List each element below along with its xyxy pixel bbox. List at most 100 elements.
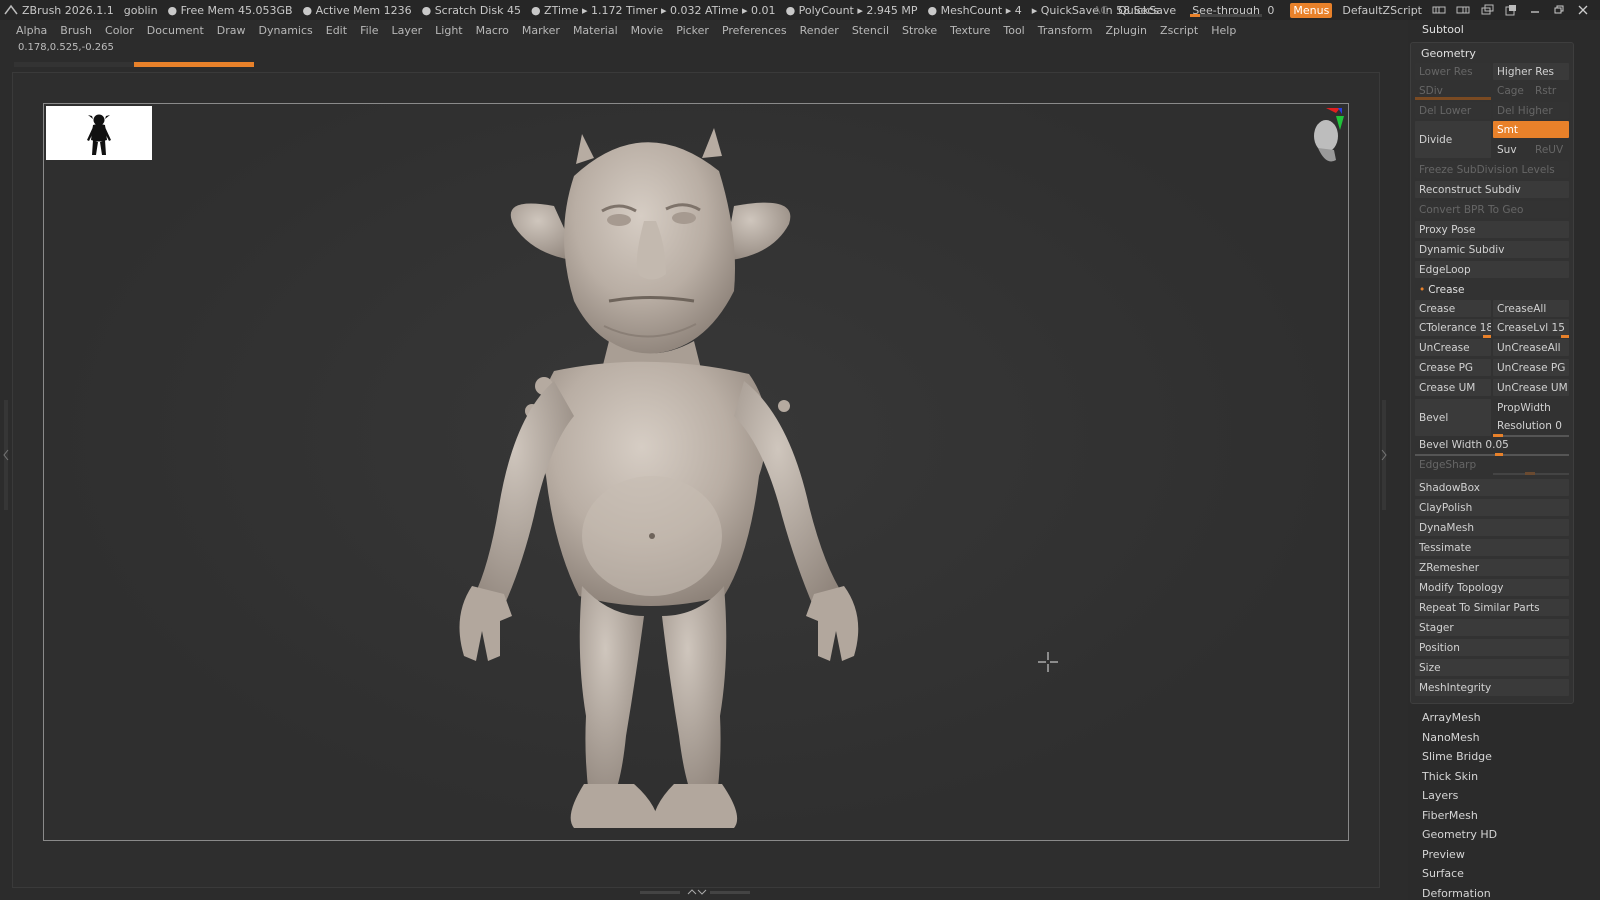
uncrease-um-button[interactable]: UnCrease UM (1493, 379, 1569, 396)
menu-preferences[interactable]: Preferences (722, 24, 787, 37)
layout-left-icon[interactable] (1432, 4, 1446, 16)
menu-stroke[interactable]: Stroke (902, 24, 937, 37)
copy-window-icon[interactable] (1480, 4, 1494, 16)
menu-texture[interactable]: Texture (950, 24, 990, 37)
stager-section[interactable]: Stager (1415, 619, 1569, 636)
menu-light[interactable]: Light (435, 24, 462, 37)
crease-pg-button[interactable]: Crease PG (1415, 359, 1491, 376)
thick-skin-subpalette[interactable]: Thick Skin (1412, 767, 1582, 787)
menu-dynamics[interactable]: Dynamics (259, 24, 313, 37)
fibermesh-subpalette[interactable]: FiberMesh (1412, 806, 1582, 826)
minimize-icon[interactable] (1528, 4, 1542, 16)
dynamesh-section[interactable]: DynaMesh (1415, 519, 1569, 536)
menus-toggle-button[interactable]: Menus (1290, 2, 1333, 18)
repeat-similar-parts-section[interactable]: Repeat To Similar Parts (1415, 599, 1569, 616)
cage-button[interactable]: Cage (1493, 82, 1529, 99)
creaselvl-slider[interactable]: CreaseLvl 15 (1493, 319, 1569, 336)
meshintegrity-section[interactable]: MeshIntegrity (1415, 679, 1569, 696)
menu-brush[interactable]: Brush (60, 24, 92, 37)
resolution-slider[interactable]: Resolution 0 (1493, 417, 1569, 434)
suv-toggle[interactable]: Suv (1493, 141, 1529, 158)
menu-movie[interactable]: Movie (631, 24, 664, 37)
claypolish-section[interactable]: ClayPolish (1415, 499, 1569, 516)
crease-um-button[interactable]: Crease UM (1415, 379, 1491, 396)
menu-color[interactable]: Color (105, 24, 134, 37)
left-tray-handle[interactable] (3, 400, 9, 510)
menu-document[interactable]: Document (147, 24, 204, 37)
del-higher-button[interactable]: Del Higher (1493, 102, 1569, 119)
uncrease-button[interactable]: UnCrease (1415, 339, 1491, 356)
menu-zscript[interactable]: Zscript (1160, 24, 1198, 37)
smt-toggle[interactable]: Smt (1493, 121, 1569, 138)
right-tray-handle[interactable] (1381, 400, 1387, 510)
freeze-subdivision-button[interactable]: Freeze SubDivision Levels (1415, 161, 1569, 178)
convert-bpr-button[interactable]: Convert BPR To Geo (1415, 201, 1569, 218)
uncreaseall-button[interactable]: UnCreaseAll (1493, 339, 1569, 356)
close-icon[interactable] (1576, 4, 1590, 16)
menu-picker[interactable]: Picker (676, 24, 709, 37)
goblin-model[interactable] (404, 116, 904, 836)
modify-topology-section[interactable]: Modify Topology (1415, 579, 1569, 596)
ac-toggle[interactable]: AC (1093, 4, 1108, 17)
proxy-pose-button[interactable]: Proxy Pose (1415, 221, 1569, 238)
menu-macro[interactable]: Macro (476, 24, 509, 37)
document-canvas[interactable] (43, 103, 1349, 841)
lower-res-button[interactable]: Lower Res (1415, 63, 1491, 80)
restore-icon[interactable] (1552, 4, 1566, 16)
ctolerance-slider[interactable]: CTolerance 180 (1415, 319, 1491, 336)
arraymesh-subpalette[interactable]: ArrayMesh (1412, 708, 1582, 728)
reconstruct-subdiv-button[interactable]: Reconstruct Subdiv (1415, 181, 1569, 198)
menu-transform[interactable]: Transform (1038, 24, 1093, 37)
zremesher-section[interactable]: ZRemesher (1415, 559, 1569, 576)
size-section[interactable]: Size (1415, 659, 1569, 676)
menu-material[interactable]: Material (573, 24, 618, 37)
stat-ztime: ● ZTime ▸ 1.172 Timer ▸ 0.032 ATime ▸ 0.… (530, 3, 776, 17)
crease-button[interactable]: Crease (1415, 300, 1491, 317)
edgeloop-section[interactable]: EdgeLoop (1415, 261, 1569, 278)
seethrough-slider[interactable]: See-through 0 (1186, 4, 1280, 17)
del-lower-button[interactable]: Del Lower (1415, 102, 1491, 119)
menu-alpha[interactable]: Alpha (16, 24, 47, 37)
position-section[interactable]: Position (1415, 639, 1569, 656)
paste-window-icon[interactable] (1504, 4, 1518, 16)
menu-file[interactable]: File (360, 24, 378, 37)
propwidth-toggle[interactable]: PropWidth (1493, 399, 1569, 416)
menu-edit[interactable]: Edit (326, 24, 347, 37)
default-zscript-button[interactable]: DefaultZScript (1342, 4, 1422, 17)
viewport-area[interactable] (12, 72, 1380, 888)
divide-button[interactable]: Divide (1415, 121, 1491, 158)
rstr-button[interactable]: Rstr (1531, 82, 1569, 99)
reuv-toggle[interactable]: ReUV (1531, 141, 1569, 158)
subtool-header[interactable]: Subtool (1422, 20, 1464, 38)
layout-right-icon[interactable] (1456, 4, 1470, 16)
crease-section-header[interactable]: • Crease (1415, 281, 1569, 298)
menu-tool[interactable]: Tool (1003, 24, 1024, 37)
nanomesh-subpalette[interactable]: NanoMesh (1412, 728, 1582, 748)
navigation-gizmo-icon[interactable] (1288, 104, 1348, 174)
menu-render[interactable]: Render (800, 24, 839, 37)
menu-draw[interactable]: Draw (217, 24, 246, 37)
menu-zplugin[interactable]: Zplugin (1105, 24, 1147, 37)
preview-subpalette[interactable]: Preview (1412, 845, 1582, 865)
menu-marker[interactable]: Marker (522, 24, 560, 37)
dynamic-subdiv-section[interactable]: Dynamic Subdiv (1415, 241, 1569, 258)
bottom-tray-handle[interactable] (640, 889, 750, 895)
menu-help[interactable]: Help (1211, 24, 1236, 37)
edgesharp-slider[interactable]: EdgeSharp (1415, 456, 1569, 473)
bevel-width-slider[interactable]: Bevel Width 0.05 (1415, 436, 1569, 453)
deformation-subpalette[interactable]: Deformation (1412, 884, 1582, 900)
bevel-button[interactable]: Bevel (1415, 399, 1491, 436)
menu-layer[interactable]: Layer (391, 24, 422, 37)
layers-subpalette[interactable]: Layers (1412, 786, 1582, 806)
uncrease-pg-button[interactable]: UnCrease PG (1493, 359, 1569, 376)
geometry-header[interactable]: Geometry (1421, 44, 1476, 62)
slime-bridge-subpalette[interactable]: Slime Bridge (1412, 747, 1582, 767)
creaseall-button[interactable]: CreaseAll (1493, 300, 1569, 317)
shadowbox-section[interactable]: ShadowBox (1415, 479, 1569, 496)
tessimate-section[interactable]: Tessimate (1415, 539, 1569, 556)
quicksave-button[interactable]: QuickSave (1118, 4, 1176, 17)
surface-subpalette[interactable]: Surface (1412, 864, 1582, 884)
geometry-hd-subpalette[interactable]: Geometry HD (1412, 825, 1582, 845)
menu-stencil[interactable]: Stencil (852, 24, 889, 37)
higher-res-button[interactable]: Higher Res (1493, 63, 1569, 80)
